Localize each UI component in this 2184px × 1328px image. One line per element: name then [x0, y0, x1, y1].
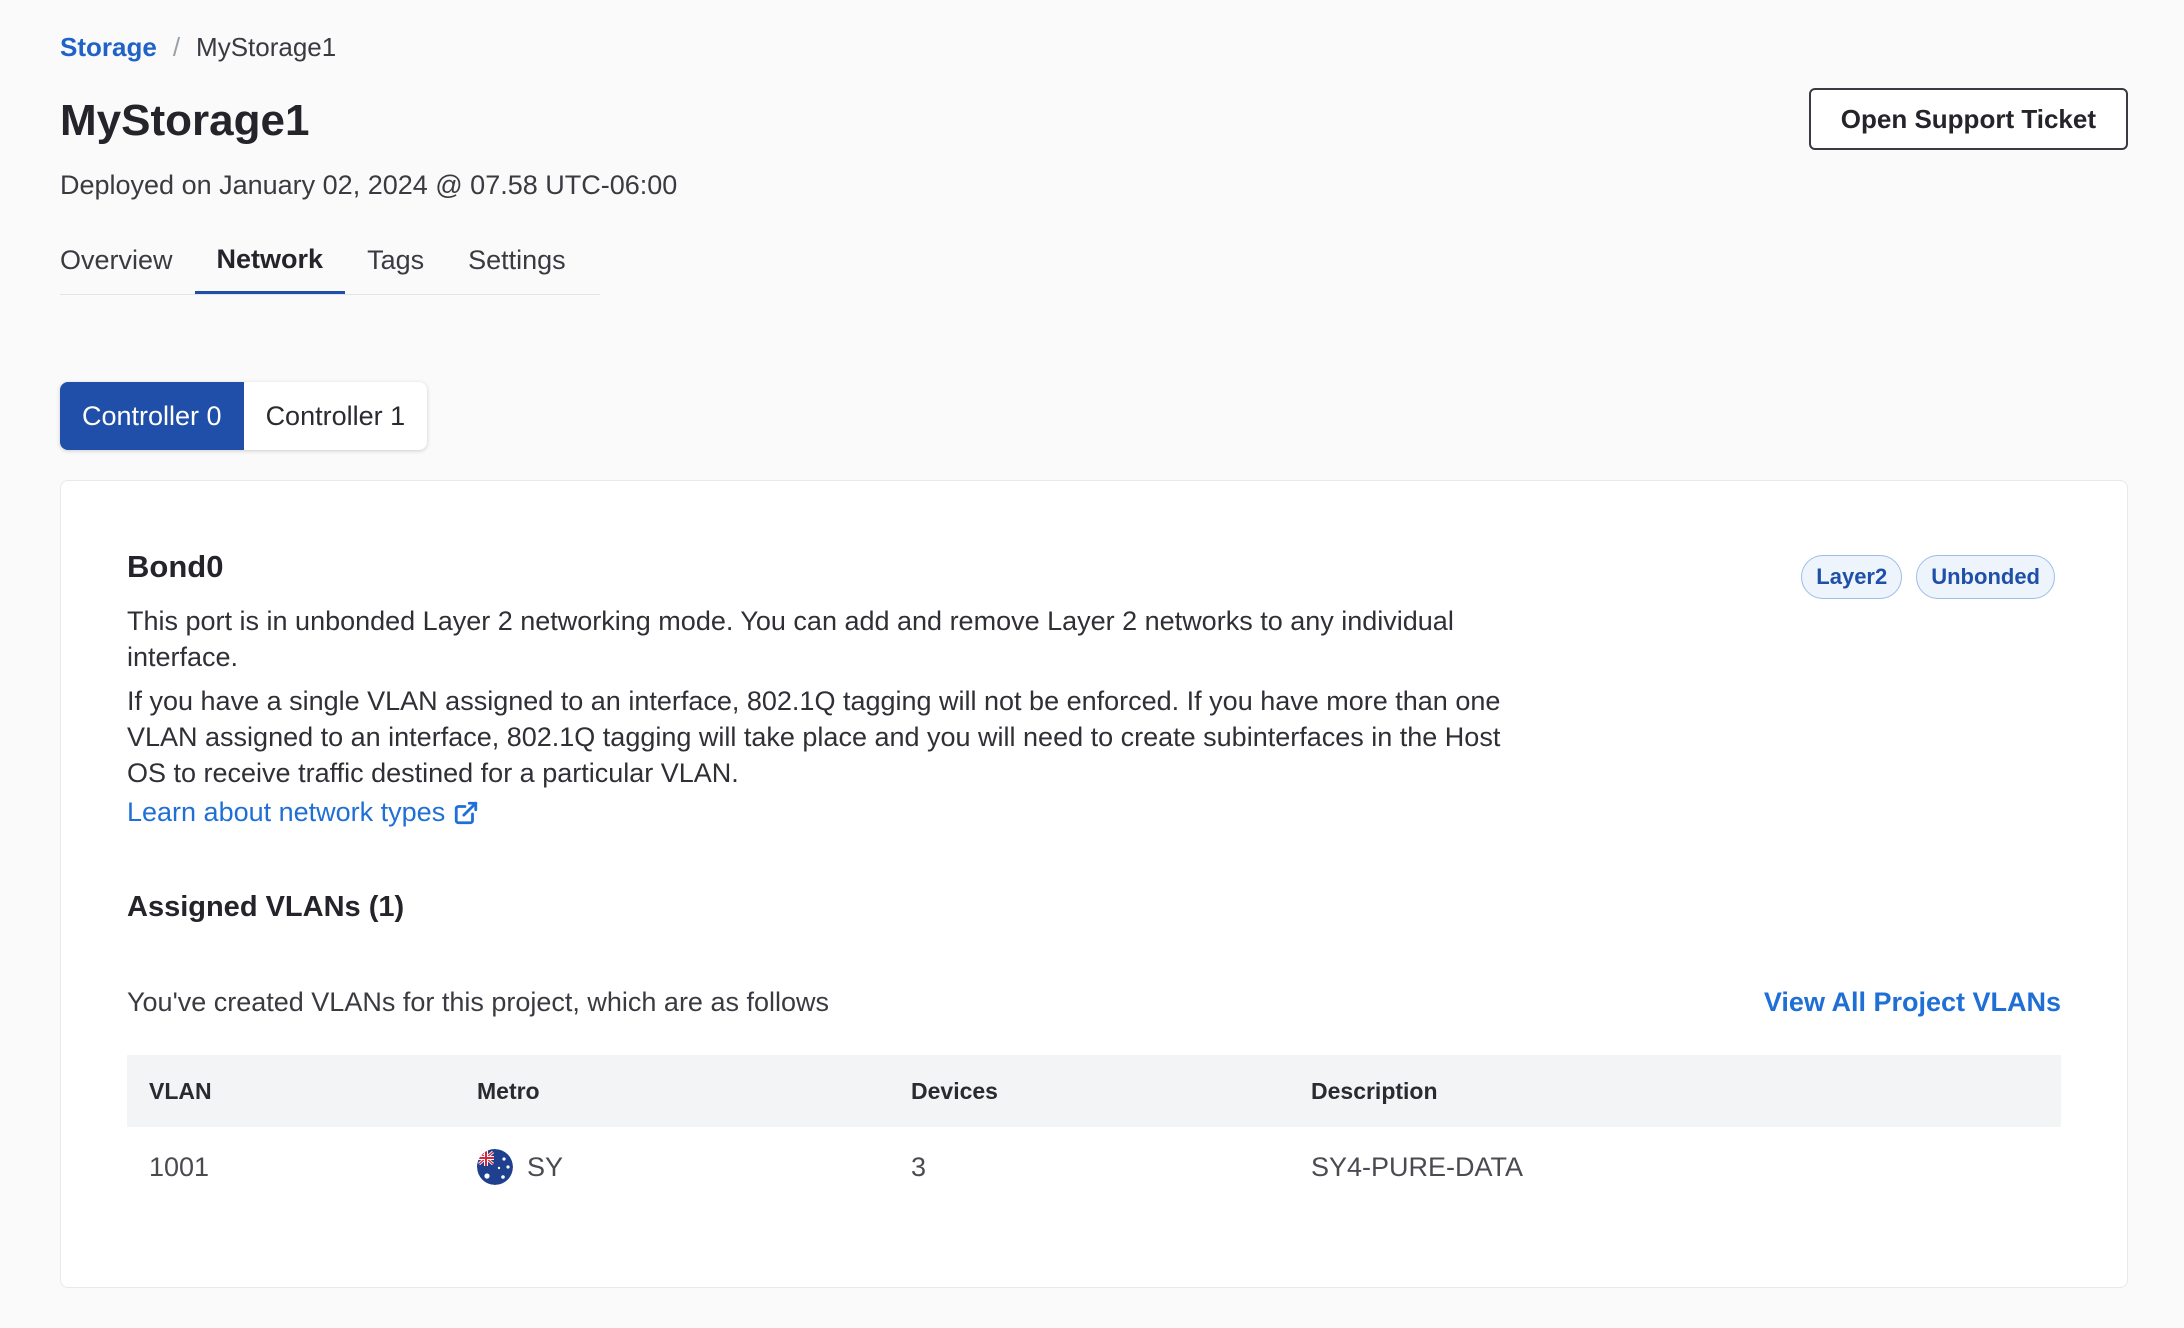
- bond-badges: Layer2 Unbonded: [1801, 555, 2055, 599]
- tab-tags[interactable]: Tags: [345, 228, 446, 292]
- tab-network[interactable]: Network: [194, 228, 346, 294]
- table-header: VLAN Metro Devices Description: [127, 1055, 2061, 1127]
- metro-label: SY: [527, 1151, 564, 1182]
- bond-description-1: This port is in unbonded Layer 2 network…: [127, 606, 1454, 672]
- description-cell: SY4-PURE-DATA: [1311, 1151, 1524, 1182]
- learn-network-types-link[interactable]: Learn about network types: [127, 797, 479, 828]
- column-header-metro: Metro: [477, 1077, 540, 1104]
- controller-toggle: Controller 0 Controller 1: [60, 382, 428, 450]
- deployed-timestamp: Deployed on January 02, 2024 @ 07.58 UTC…: [60, 170, 678, 200]
- devices-cell: 3: [911, 1151, 927, 1182]
- controller-1-button[interactable]: Controller 1: [244, 382, 428, 450]
- tab-overview[interactable]: Overview: [60, 228, 195, 292]
- table-row: 1001 SY 3 SY4-PURE-DATA: [127, 1127, 2061, 1207]
- view-all-project-vlans-link[interactable]: View All Project VLANs: [1764, 987, 2061, 1018]
- breadcrumb-current: MyStorage1: [196, 32, 337, 62]
- column-header-vlan: VLAN: [149, 1077, 212, 1104]
- learn-link-label: Learn about network types: [127, 797, 446, 827]
- bond-title: Bond0: [127, 549, 224, 584]
- column-header-description: Description: [1311, 1077, 1438, 1104]
- vlan-cell: 1001: [149, 1151, 210, 1182]
- metro-cell: SY: [477, 1149, 911, 1185]
- tab-settings[interactable]: Settings: [446, 228, 588, 292]
- vlans-subtitle: You've created VLANs for this project, w…: [127, 987, 829, 1017]
- layer2-badge: Layer2: [1801, 555, 1903, 599]
- tab-bar: Overview Network Tags Settings: [60, 228, 600, 295]
- bond-description-2: If you have a single VLAN assigned to an…: [127, 686, 1501, 788]
- bond-card: Bond0 Layer2 Unbonded This port is in un…: [60, 480, 2128, 1288]
- assigned-vlans-title: Assigned VLANs (1): [127, 891, 405, 923]
- vlan-table: VLAN Metro Devices Description 1001 SY 3…: [127, 1055, 2061, 1207]
- controller-0-button[interactable]: Controller 0: [60, 382, 244, 450]
- breadcrumb: Storage / MyStorage1: [60, 32, 336, 63]
- australia-flag-icon: [477, 1149, 513, 1185]
- open-support-ticket-button[interactable]: Open Support Ticket: [1808, 88, 2128, 150]
- unbonded-badge: Unbonded: [1916, 555, 2055, 599]
- column-header-devices: Devices: [911, 1077, 998, 1104]
- page-title: MyStorage1: [60, 96, 310, 145]
- breadcrumb-storage-link[interactable]: Storage: [60, 32, 157, 63]
- external-link-icon: [453, 800, 479, 826]
- breadcrumb-separator: /: [172, 32, 181, 62]
